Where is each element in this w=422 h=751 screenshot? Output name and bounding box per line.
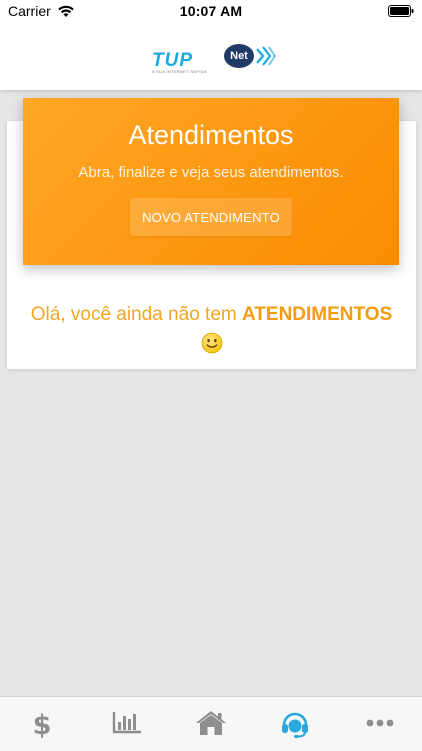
tab-usage[interactable] [84, 697, 168, 751]
more-icon [366, 719, 394, 727]
tickets-banner: Atendimentos Abra, finalize e veja seus … [23, 98, 399, 265]
empty-state-highlight: ATENDIMENTOS [242, 304, 393, 325]
tab-payments[interactable]: $ [0, 697, 84, 751]
tab-home[interactable] [169, 697, 253, 751]
logo-tagline: A SUA INTERNET RÁPIDA [152, 69, 207, 74]
headset-icon [282, 712, 309, 738]
empty-state-message: Olá, você ainda não tem ATENDIMENTOS [7, 304, 416, 354]
signal-waves-icon [256, 46, 276, 66]
svg-text:$: $ [33, 710, 52, 738]
status-time: 10:07 AM [179, 3, 243, 19]
page-title: Atendimentos [128, 120, 294, 150]
app-header: TUP Net A SUA INTERNET RÁPIDA [0, 22, 422, 90]
empty-state-prefix: Olá, você ainda não tem [30, 304, 242, 325]
status-bar: Carrier 10:07 AM [0, 0, 422, 22]
home-icon [196, 711, 227, 735]
battery-icon [388, 5, 414, 17]
tab-bar: $ [0, 696, 422, 751]
smiley-icon [201, 332, 222, 354]
tab-support[interactable] [253, 697, 337, 751]
page-subtitle: Abra, finalize e veja seus atendimentos. [78, 164, 344, 181]
tupnet-logo: TUP Net A SUA INTERNET RÁPIDA [150, 42, 278, 76]
new-ticket-button[interactable]: NOVO ATENDIMENTO [130, 198, 292, 236]
logo-badge: Net [224, 44, 254, 68]
tab-more[interactable] [338, 697, 422, 751]
bar-chart-icon [112, 712, 141, 734]
dollar-icon: $ [33, 710, 52, 738]
